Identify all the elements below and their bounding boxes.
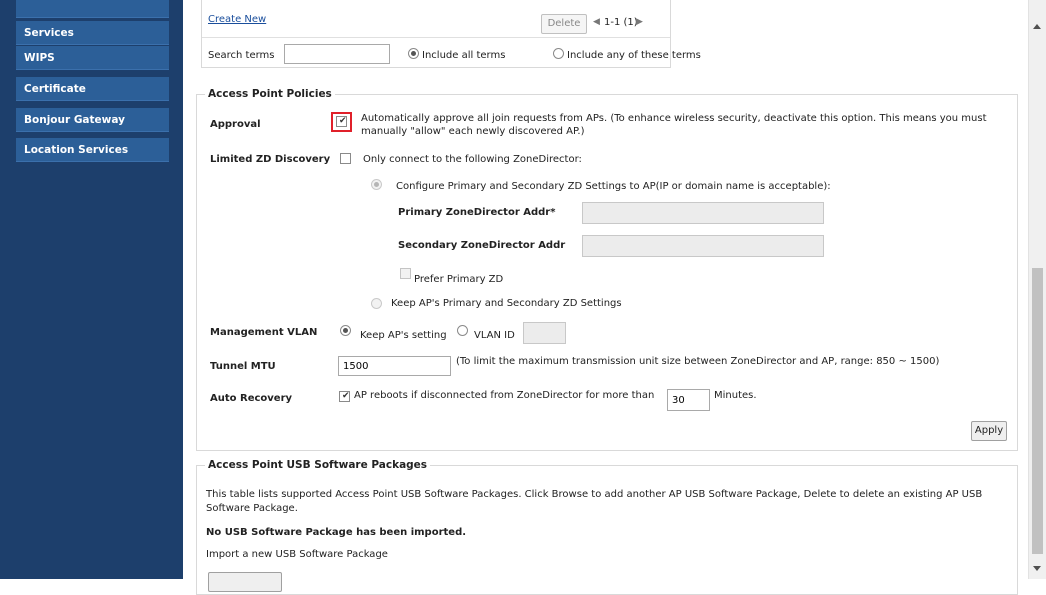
vlan-id-label: VLAN ID [474,330,515,341]
keep-zd-radio[interactable] [371,298,382,309]
limited-zd-text: Only connect to the following ZoneDirect… [363,154,582,165]
scroll-thumb[interactable] [1032,268,1043,554]
usb-packages-desc-line2: Software Package. [206,503,298,514]
auto-recovery-checkbox[interactable]: ✔ [339,391,350,402]
vlan-id-input[interactable] [523,322,566,344]
tunnel-mtu-hint: (To limit the maximum transmission unit … [456,356,940,367]
usb-packages-status: No USB Software Package has been importe… [206,527,467,538]
include-any-label: Include any of these terms [567,50,701,61]
ap-policies-legend: Access Point Policies [205,88,335,100]
usb-packages-panel: Access Point USB Software Packages This … [196,459,1018,595]
approval-label: Approval [210,119,261,130]
create-new-link[interactable]: Create New [208,14,266,25]
tunnel-mtu-input[interactable] [338,356,451,376]
approval-text-line1: Automatically approve all join requests … [361,113,987,124]
mgmt-vlan-label: Management VLAN [210,327,318,338]
primary-zd-input[interactable] [582,202,824,224]
auto-recovery-minutes-input[interactable] [667,389,710,411]
include-any-radio[interactable] [553,48,564,59]
auto-recovery-text: AP reboots if disconnected from ZoneDire… [354,390,655,401]
include-all-label: Include all terms [422,50,506,61]
limited-zd-checkbox[interactable] [340,153,351,164]
choose-file-button[interactable] [208,572,282,592]
usb-packages-legend: Access Point USB Software Packages [205,459,431,471]
include-all-radio[interactable] [408,48,419,59]
prefer-primary-checkbox[interactable] [400,268,411,279]
secondary-zd-label: Secondary ZoneDirector Addr [398,240,566,251]
scroll-down-icon[interactable] [1033,566,1041,571]
primary-zd-label: Primary ZoneDirector Addr* [398,207,556,218]
ap-policies-panel: Access Point Policies Approval ✔ Automat… [196,88,1018,451]
limited-zd-label: Limited ZD Discovery [210,154,331,165]
next-page-icon[interactable]: ▶ [636,17,643,27]
keep-ap-setting-radio[interactable] [340,325,351,336]
secondary-zd-input[interactable] [582,235,824,257]
sidebar-item-bonjour-gateway[interactable]: Bonjour Gateway [16,108,169,132]
tunnel-mtu-label: Tunnel MTU [210,361,276,372]
configure-zd-label: Configure Primary and Secondary ZD Setti… [396,181,831,192]
sidebar-item-certificate[interactable]: Certificate [16,77,169,101]
approval-text-line2: manually "allow" each newly discovered A… [361,126,585,137]
main-content: Create New Delete ◀ 1-1 (1) ▶ Search ter… [183,0,1028,595]
pagination-text: 1-1 (1) [604,17,638,28]
delete-button[interactable]: Delete [541,14,587,34]
auto-recovery-label: Auto Recovery [210,393,293,404]
prefer-primary-label: Prefer Primary ZD [414,274,504,285]
prev-page-icon[interactable]: ◀ [593,17,600,27]
scroll-up-icon[interactable] [1033,24,1041,29]
search-terms-label: Search terms [208,50,275,61]
auto-recovery-minutes-label: Minutes. [714,390,757,401]
sidebar: Services WIPS Certificate Bonjour Gatewa… [0,0,183,579]
zd-table-panel: Create New Delete ◀ 1-1 (1) ▶ Search ter… [201,0,701,68]
keep-ap-setting-label: Keep AP's setting [360,330,447,341]
vertical-scrollbar[interactable] [1028,0,1046,579]
approval-checkbox[interactable]: ✔ [336,116,347,127]
search-input[interactable] [284,44,390,64]
import-usb-label: Import a new USB Software Package [206,549,388,560]
divider [202,37,670,38]
vlan-id-radio[interactable] [457,325,468,336]
configure-zd-radio[interactable] [371,179,382,190]
usb-packages-desc-line1: This table lists supported Access Point … [206,489,983,500]
sidebar-item-location-services[interactable]: Location Services [16,138,169,162]
sidebar-item-partial[interactable] [16,0,169,18]
sidebar-item-wips[interactable]: WIPS [16,46,169,70]
apply-button[interactable]: Apply [971,421,1007,441]
sidebar-item-services[interactable]: Services [16,21,169,45]
keep-zd-label: Keep AP's Primary and Secondary ZD Setti… [391,298,622,309]
